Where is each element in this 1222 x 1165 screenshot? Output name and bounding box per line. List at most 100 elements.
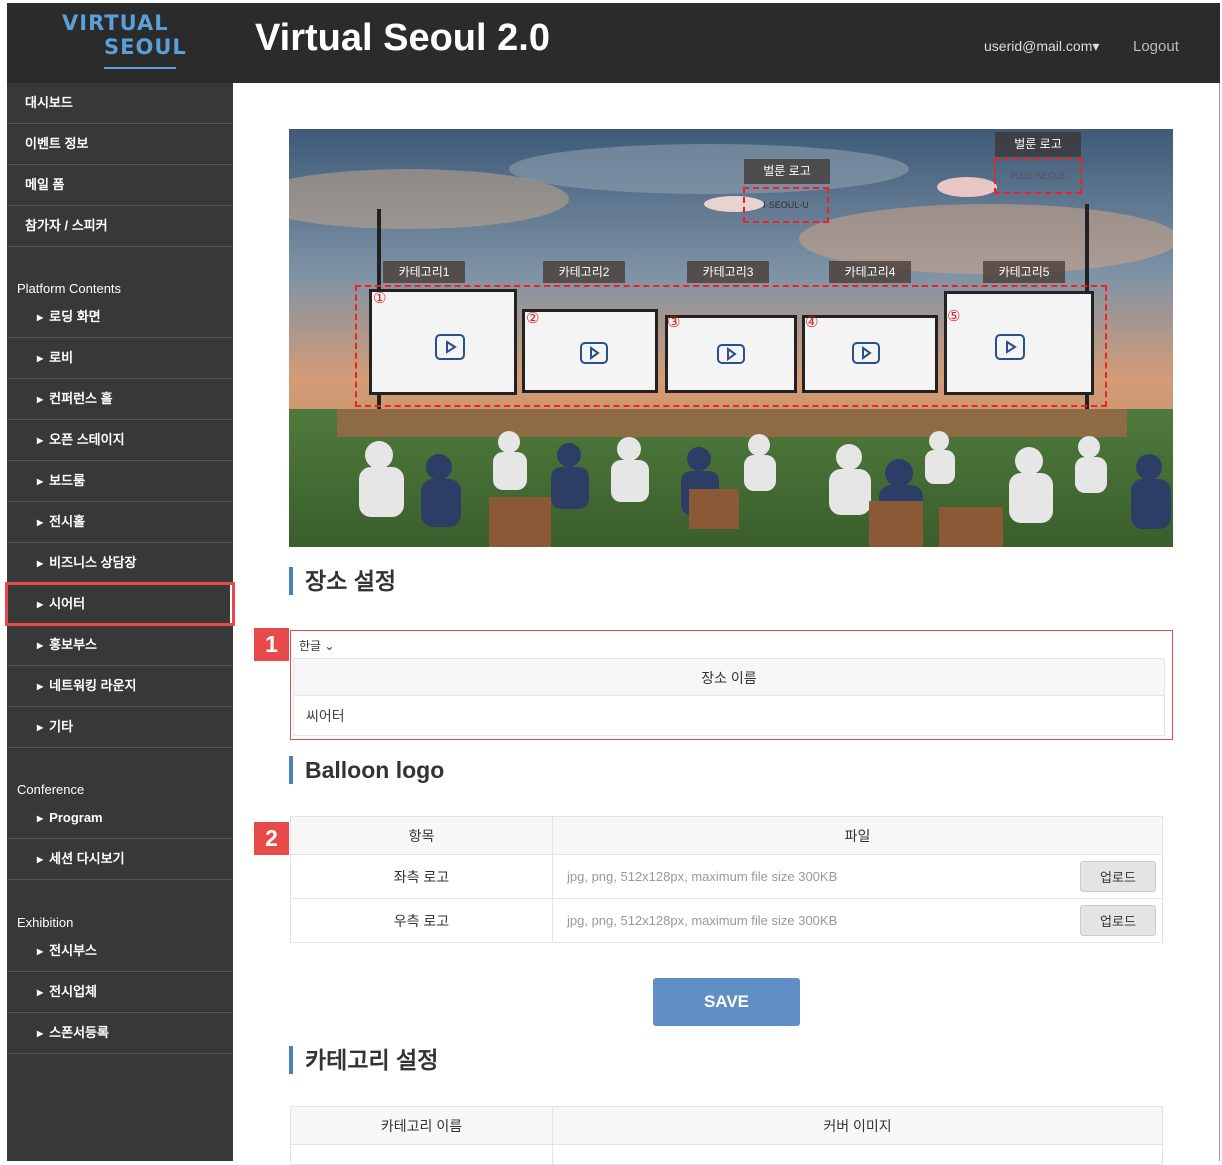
balloon-logo-right: PLUS SEOUL	[994, 158, 1082, 194]
screen-number-5: ⑤	[947, 307, 961, 325]
triangle-icon: ▶	[37, 518, 44, 527]
file-hint: jpg, png, 512x128px, maximum file size 3…	[567, 869, 838, 884]
file-cell: jpg, png, 512x128px, maximum file size 3…	[552, 898, 1163, 943]
user-menu[interactable]: userid@mail.com▾	[984, 38, 1099, 55]
triangle-icon: ▶	[37, 814, 44, 823]
table-header-row: 카테고리 이름 커버 이미지	[290, 1106, 1163, 1145]
balloon-logo-left: I·SEOUL·U	[743, 187, 829, 223]
sidebar-item-loading[interactable]: ▶ 로딩 화면	[7, 297, 233, 338]
screen-number-1: ①	[373, 289, 387, 307]
sidebar-item-label: 컨퍼런스 홀	[49, 391, 113, 406]
audience-silhouettes	[359, 431, 1171, 547]
triangle-icon: ▶	[37, 395, 44, 404]
row-label-left-logo: 좌측 로고	[290, 854, 553, 899]
balloon-logo-table: 항목 파일 좌측 로고 jpg, png, 512x128px, maximum…	[290, 816, 1163, 943]
app-title: Virtual Seoul 2.0	[255, 17, 550, 59]
sidebar-item-exhibition-hall[interactable]: ▶ 전시홀	[7, 502, 233, 543]
venue-name-box: 한글 ⌄ 장소 이름 씨어터	[290, 630, 1173, 740]
play-icon	[852, 342, 880, 364]
sidebar-item-promo-booth[interactable]: ▶ 홍보부스	[7, 625, 233, 666]
sidebar-item-business-lounge[interactable]: ▶ 비즈니스 상담장	[7, 543, 233, 584]
triangle-icon: ▶	[37, 313, 44, 322]
sidebar-item-participants[interactable]: 참가자 / 스피커	[7, 206, 233, 247]
sidebar-item-label: 홍보부스	[49, 637, 97, 652]
play-icon	[435, 334, 465, 360]
upload-left-logo-button[interactable]: 업로드	[1080, 861, 1156, 892]
triangle-icon: ▶	[37, 682, 44, 691]
venue-name-value[interactable]: 씨어터	[293, 696, 1165, 736]
sidebar-item-networking-lounge[interactable]: ▶ 네트워킹 라운지	[7, 666, 233, 707]
save-button[interactable]: SAVE	[653, 978, 800, 1026]
sidebar-item-label: 세션 다시보기	[49, 851, 125, 866]
logout-link[interactable]: Logout	[1133, 38, 1179, 55]
balloon-label-right: 벌룬 로고	[995, 132, 1081, 157]
sidebar-item-label: 스폰서등록	[49, 1025, 109, 1040]
table-row: 좌측 로고 jpg, png, 512x128px, maximum file …	[290, 854, 1163, 899]
triangle-icon: ▶	[37, 1029, 44, 1038]
sidebar-item-lobby[interactable]: ▶ 로비	[7, 338, 233, 379]
balloon-logo-heading: Balloon logo	[289, 756, 444, 784]
sidebar-item-label: 오픈 스테이지	[49, 432, 125, 447]
sidebar-item-label: 전시업체	[49, 984, 97, 999]
top-header: VIRTUAL SEOUL Virtual Seoul 2.0 userid@m…	[7, 3, 1220, 83]
triangle-icon: ▶	[37, 947, 44, 956]
category-settings-heading: 카테고리 설정	[289, 1046, 438, 1074]
category-cell	[290, 1144, 553, 1165]
sidebar-item-label: 전시부스	[49, 943, 97, 958]
screen-number-4: ④	[805, 313, 819, 331]
sidebar-item-label: 로딩 화면	[49, 309, 101, 324]
sidebar-section-exhibition: Exhibition	[17, 915, 74, 930]
table-row	[290, 1144, 1163, 1165]
triangle-icon: ▶	[37, 477, 44, 486]
triangle-icon: ▶	[37, 354, 44, 363]
category-label-2: 카테고리2	[543, 261, 625, 283]
sidebar-item-label: 비즈니스 상담장	[49, 555, 137, 570]
sidebar-item-dashboard[interactable]: 대시보드	[7, 83, 233, 124]
step-badge-1: 1	[254, 628, 289, 661]
language-select[interactable]: 한글 ⌄	[299, 637, 334, 654]
sidebar-section-conference: Conference	[17, 782, 85, 797]
column-category-name: 카테고리 이름	[290, 1106, 553, 1145]
venue-name-header: 장소 이름	[293, 658, 1165, 696]
sidebar-item-program[interactable]: ▶ Program	[7, 798, 233, 839]
sidebar-section-platform: Platform Contents	[17, 281, 122, 296]
step-badge-2: 2	[254, 822, 289, 855]
play-icon	[717, 344, 745, 364]
triangle-icon: ▶	[37, 559, 44, 568]
sidebar-item-session-replay[interactable]: ▶ 세션 다시보기	[7, 839, 233, 880]
sidebar-item-sponsor-register[interactable]: ▶ 스폰서등록	[7, 1013, 233, 1054]
sidebar-item-label: 네트워킹 라운지	[49, 678, 137, 693]
sidebar-item-conference-hall[interactable]: ▶ 컨퍼런스 홀	[7, 379, 233, 420]
sidebar-item-exhibitors[interactable]: ▶ 전시업체	[7, 972, 233, 1013]
table-row: 우측 로고 jpg, png, 512x128px, maximum file …	[290, 898, 1163, 943]
sidebar-item-open-stage[interactable]: ▶ 오픈 스테이지	[7, 420, 233, 461]
logo-line1: VIRTUAL	[62, 11, 169, 35]
sidebar-item-etc[interactable]: ▶ 기타	[7, 707, 233, 748]
sidebar-item-event-info[interactable]: 이벤트 정보	[7, 124, 233, 165]
active-item-highlight	[5, 582, 235, 626]
sidebar-item-exhibit-booth[interactable]: ▶ 전시부스	[7, 931, 233, 972]
column-file: 파일	[552, 816, 1163, 855]
category-label-5: 카테고리5	[983, 261, 1065, 283]
file-hint: jpg, png, 512x128px, maximum file size 3…	[567, 913, 838, 928]
sidebar-item-label: Program	[49, 810, 103, 825]
sidebar-item-label: 기타	[49, 719, 74, 734]
sidebar-item-boardroom[interactable]: ▶ 보드룸	[7, 461, 233, 502]
upload-right-logo-button[interactable]: 업로드	[1080, 905, 1156, 936]
triangle-icon: ▶	[37, 988, 44, 997]
triangle-icon: ▶	[37, 641, 44, 650]
category-label-4: 카테고리4	[829, 261, 911, 283]
sidebar-item-label: 보드룸	[49, 473, 86, 488]
theater-preview-image: 벌룬 로고 I·SEOUL·U 벌룬 로고 PLUS SEOUL 카테고리1 카…	[289, 129, 1173, 547]
category-label-1: 카테고리1	[383, 261, 465, 283]
play-icon	[995, 334, 1025, 360]
virtual-seoul-logo[interactable]: VIRTUAL SEOUL	[62, 11, 186, 77]
venue-settings-heading: 장소 설정	[289, 567, 396, 595]
sidebar-item-mail-form[interactable]: 메일 폼	[7, 165, 233, 206]
screen-number-2: ②	[526, 309, 540, 327]
category-label-3: 카테고리3	[687, 261, 769, 283]
triangle-icon: ▶	[37, 436, 44, 445]
triangle-icon: ▶	[37, 855, 44, 864]
play-icon	[580, 342, 608, 364]
screen-number-3: ③	[667, 313, 681, 331]
